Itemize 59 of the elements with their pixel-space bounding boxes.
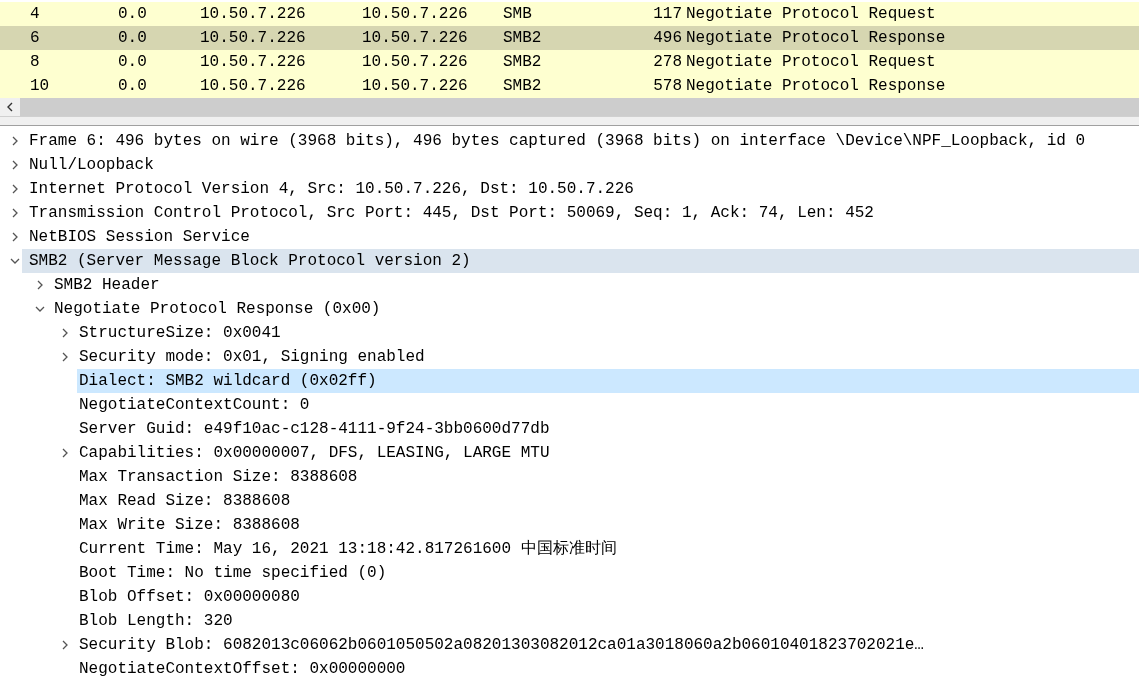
tree-item[interactable]: Capabilities: 0x00000007, DFS, LEASING, LARGE MTU	[77, 441, 1139, 465]
tree-item[interactable]: Security Blob: 6082013c06062b0601050502a08201303082012ca01a3018060a2b06010401823702021e…	[77, 633, 1139, 657]
packet-row[interactable]: 4 0.0 10.50.7.226 10.50.7.226 SMB 117 Negotiate Protocol Request	[0, 2, 1139, 26]
packet-row[interactable]: 10 0.0 10.50.7.226 10.50.7.226 SMB2 578 Negotiate Protocol Response	[0, 74, 1139, 98]
tree-item[interactable]: Security mode: 0x01, Signing enabled	[77, 345, 1139, 369]
tree-item[interactable]: Boot Time: No time specified (0)	[77, 561, 1139, 585]
tree-item[interactable]: Max Transaction Size: 8388608	[77, 465, 1139, 489]
packet-row[interactable]: 8 0.0 10.50.7.226 10.50.7.226 SMB2 278 Negotiate Protocol Request	[0, 50, 1139, 74]
packet-source: 10.50.7.226	[199, 76, 307, 97]
packet-time: 0.0	[117, 52, 148, 73]
tree-item[interactable]: Blob Length: 320	[77, 609, 1139, 633]
packet-source: 10.50.7.226	[199, 28, 307, 49]
packet-source: 10.50.7.226	[199, 4, 307, 25]
packet-time: 0.0	[117, 4, 148, 25]
packet-protocol: SMB2	[502, 28, 543, 49]
packet-length: 578	[652, 76, 683, 97]
packet-info: Negotiate Protocol Request	[686, 52, 937, 73]
tree-item[interactable]: Max Write Size: 8388608	[77, 513, 1139, 537]
tree-item[interactable]: Server Guid: e49f10ac-c128-4111-9f24-3bb0600d77db	[77, 417, 1139, 441]
scroll-left-icon[interactable]	[6, 102, 14, 112]
packet-length: 278	[652, 52, 683, 73]
packet-row[interactable]: 6 0.0 10.50.7.226 10.50.7.226 SMB2 496 Negotiate Protocol Response	[0, 26, 1139, 50]
tree-item[interactable]: Transmission Control Protocol, Src Port: 445, Dst Port: 50069, Seq: 1, Ack: 74, Len: 452	[27, 201, 1139, 225]
tree-item[interactable]: NegotiateContextOffset: 0x00000000	[77, 657, 1139, 681]
packet-destination: 10.50.7.226	[361, 76, 469, 97]
tree-item[interactable]: NetBIOS Session Service	[27, 225, 1139, 249]
tree-item[interactable]: NegotiateContextCount: 0	[77, 393, 1139, 417]
tree-item[interactable]: Blob Offset: 0x00000080	[77, 585, 1139, 609]
horizontal-scrollbar[interactable]	[0, 98, 1139, 116]
packet-destination: 10.50.7.226	[361, 28, 469, 49]
packet-info: Negotiate Protocol Response	[686, 76, 947, 97]
chevron-down-icon[interactable]	[9, 256, 20, 266]
tree-item[interactable]: Null/Loopback	[27, 153, 1139, 177]
packet-length: 117	[652, 4, 683, 25]
packet-info: Negotiate Protocol Response	[686, 28, 947, 49]
tree-item[interactable]: Negotiate Protocol Response (0x00)	[52, 297, 1139, 321]
tree-item[interactable]: Internet Protocol Version 4, Src: 10.50.7.226, Dst: 10.50.7.226	[27, 177, 1139, 201]
packet-number: 10	[29, 76, 51, 97]
packet-number: 4	[29, 4, 41, 25]
packet-protocol: SMB2	[502, 52, 543, 73]
packet-number: 6	[29, 28, 41, 49]
tree-item[interactable]: StructureSize: 0x0041	[77, 321, 1139, 345]
packet-protocol: SMB	[502, 4, 533, 25]
packet-protocol: SMB2	[502, 76, 543, 97]
packet-destination: 10.50.7.226	[361, 52, 469, 73]
tree-item[interactable]: Max Read Size: 8388608	[77, 489, 1139, 513]
chevron-down-icon[interactable]	[34, 304, 45, 314]
packet-destination: 10.50.7.226	[361, 4, 469, 25]
packet-time: 0.0	[117, 28, 148, 49]
packet-length: 496	[652, 28, 683, 49]
tree-item[interactable]: SMB2 Header	[52, 273, 1139, 297]
tree-item[interactable]: Frame 6: 496 bytes on wire (3968 bits), 496 bytes captured (3968 bits) on interface \Device\NPF_Loopback, id 0	[27, 129, 1139, 153]
tree-item[interactable]: Current Time: May 16, 2021 13:18:42.817261600 中国标准时间	[77, 537, 1139, 561]
packet-time: 0.0	[117, 76, 148, 97]
packet-info: Negotiate Protocol Request	[686, 4, 937, 25]
packet-source: 10.50.7.226	[199, 52, 307, 73]
packet-number: 8	[29, 52, 41, 73]
tree-item[interactable]: Dialect: SMB2 wildcard (0x02ff)	[77, 369, 1139, 393]
tree-item[interactable]: SMB2 (Server Message Block Protocol version 2)	[22, 249, 1139, 273]
